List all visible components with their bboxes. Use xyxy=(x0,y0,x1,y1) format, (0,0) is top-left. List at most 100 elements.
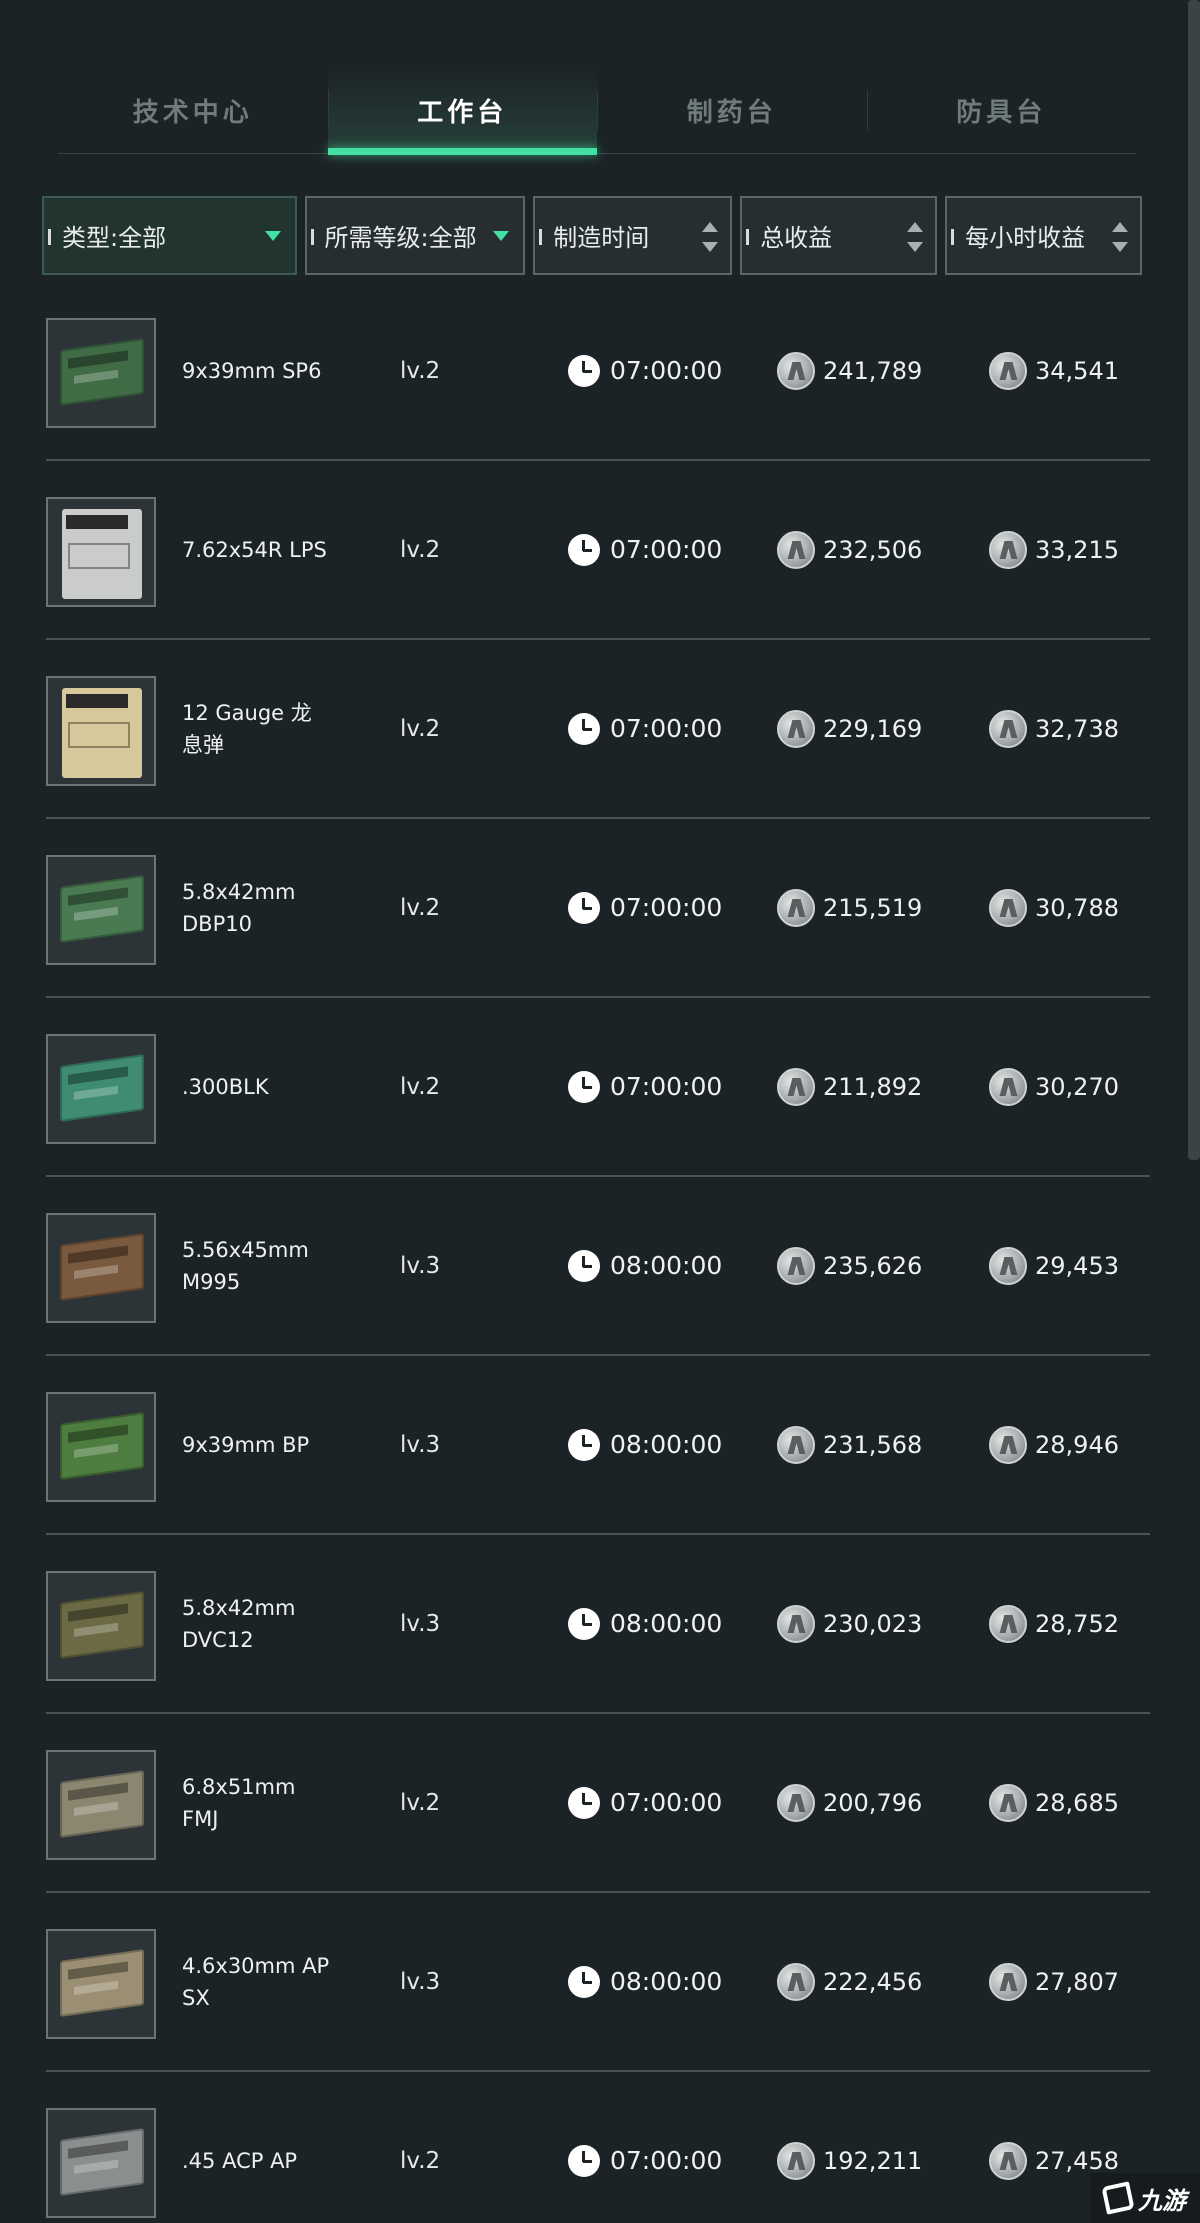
coin-icon xyxy=(777,1067,815,1106)
craft-time-label: 制造时间 xyxy=(553,224,650,252)
craft-time-value: 07:00:00 xyxy=(610,2146,723,2175)
clock-icon xyxy=(568,712,600,745)
coin-icon xyxy=(989,709,1027,748)
craft-time: 07:00:00 xyxy=(568,998,722,1175)
level-filter-label: 所需等级:全部 xyxy=(324,224,477,252)
craft-time-value: 08:00:00 xyxy=(610,1609,723,1638)
hourly-profit-label: 每小时收益 xyxy=(965,224,1086,252)
type-filter-dropdown[interactable]: 类型:全部 xyxy=(42,196,297,275)
list-item[interactable]: 9x39mm BP lv.3 08:00:00 231,568 28,946 xyxy=(46,1356,1150,1535)
total-profit-value: 200,796 xyxy=(823,1788,923,1817)
item-name: .45 ACP AP xyxy=(182,2148,298,2173)
craft-time: 07:00:00 xyxy=(568,461,722,638)
total-profit-value: 241,789 xyxy=(823,356,923,385)
clock-icon xyxy=(568,533,600,566)
coin-icon xyxy=(989,1962,1027,2001)
hourly-profit-value: 28,685 xyxy=(1035,1788,1119,1817)
craft-time-value: 07:00:00 xyxy=(610,1788,723,1817)
item-level: lv.2 xyxy=(400,1073,441,1100)
total-profit: 230,023 xyxy=(777,1535,922,1712)
ammo-box-icon xyxy=(46,1571,156,1681)
list-item[interactable]: 6.8x51mm FMJ lv.2 07:00:00 200,796 28,68… xyxy=(46,1714,1150,1893)
coin-icon xyxy=(989,888,1027,927)
clock-icon xyxy=(568,354,600,387)
craft-time: 08:00:00 xyxy=(568,1893,722,2070)
hourly-profit: 29,453 xyxy=(989,1177,1119,1354)
item-name: 5.56x45mm M995 xyxy=(182,1237,309,1294)
watermark-text: 九游 xyxy=(1138,2186,1186,2215)
hourly-profit: 27,807 xyxy=(989,1893,1119,2070)
hourly-profit-value: 27,807 xyxy=(1035,1967,1119,1996)
scrollbar[interactable] xyxy=(1188,0,1200,1160)
list-item[interactable]: .300BLK lv.2 07:00:00 211,892 30,270 xyxy=(46,998,1150,1177)
hourly-profit: 32,738 xyxy=(989,640,1119,817)
item-name: 4.6x30mm AP SX xyxy=(182,1953,330,2010)
coin-icon xyxy=(989,530,1027,569)
clock-icon xyxy=(568,2144,600,2177)
list-item[interactable]: 7.62x54R LPS lv.2 07:00:00 232,506 33,21… xyxy=(46,461,1150,640)
level-filter-dropdown[interactable]: 所需等级:全部 xyxy=(304,196,526,275)
item-name: 9x39mm BP xyxy=(182,1432,310,1457)
ammo-box-icon xyxy=(46,318,156,428)
tab-pharmacy[interactable]: 制药台 xyxy=(597,68,867,153)
item-level: lv.2 xyxy=(400,536,441,563)
item-name: 7.62x54R LPS xyxy=(182,537,327,562)
craft-time-value: 08:00:00 xyxy=(610,1251,723,1280)
hourly-profit-value: 30,270 xyxy=(1035,1072,1119,1101)
watermark-logo: 九游 xyxy=(1090,2173,1200,2223)
total-profit: 235,626 xyxy=(777,1177,922,1354)
list-item[interactable]: 12 Gauge 龙息弹 lv.2 07:00:00 229,169 32,73… xyxy=(46,640,1150,819)
hourly-profit-value: 32,738 xyxy=(1035,714,1119,743)
total-profit-value: 215,519 xyxy=(823,893,923,922)
list-item[interactable]: .45 ACP AP lv.2 07:00:00 192,211 27,458 xyxy=(46,2072,1150,2223)
sort-hourly-profit-button[interactable]: 每小时收益 xyxy=(945,196,1142,275)
item-level: lv.2 xyxy=(400,357,441,384)
total-profit-value: 211,892 xyxy=(823,1072,923,1101)
list-item[interactable]: 5.8x42mm DVC12 lv.3 08:00:00 230,023 28,… xyxy=(46,1535,1150,1714)
chevron-down-icon xyxy=(493,231,510,241)
list-item[interactable]: 4.6x30mm AP SX lv.3 08:00:00 222,456 27,… xyxy=(46,1893,1150,2072)
item-level: lv.3 xyxy=(400,1431,441,1458)
clock-icon xyxy=(568,1607,600,1640)
hourly-profit-value: 28,946 xyxy=(1035,1430,1119,1459)
hourly-profit: 30,270 xyxy=(989,998,1119,1175)
craft-time: 08:00:00 xyxy=(568,1356,722,1533)
sort-craft-time-button[interactable]: 制造时间 xyxy=(533,196,733,275)
tab-workbench[interactable]: 工作台 xyxy=(327,68,597,155)
craft-time-value: 07:00:00 xyxy=(610,893,723,922)
ammo-box-icon xyxy=(46,1929,156,2039)
coin-icon xyxy=(777,351,815,390)
item-name: 6.8x51mm FMJ xyxy=(182,1774,296,1831)
item-level: lv.2 xyxy=(400,715,441,742)
coin-icon xyxy=(777,1425,815,1464)
coin-icon xyxy=(777,709,815,748)
hourly-profit-value: 27,458 xyxy=(1035,2146,1119,2175)
total-profit: 222,456 xyxy=(777,1893,922,2070)
hourly-profit-value: 30,788 xyxy=(1035,893,1119,922)
craft-time: 07:00:00 xyxy=(568,1714,722,1891)
coin-icon xyxy=(777,1246,815,1285)
item-name: 5.8x42mm DVC12 xyxy=(182,1595,296,1652)
list-item[interactable]: 5.56x45mm M995 lv.3 08:00:00 235,626 29,… xyxy=(46,1177,1150,1356)
item-level: lv.2 xyxy=(400,2147,441,2174)
tab-tech-center[interactable]: 技术中心 xyxy=(58,68,328,153)
total-profit-value: 222,456 xyxy=(823,1967,923,1996)
coin-icon xyxy=(777,530,815,569)
sort-total-profit-button[interactable]: 总收益 xyxy=(740,196,938,275)
total-profit: 229,169 xyxy=(777,640,922,817)
coin-icon xyxy=(989,1246,1027,1285)
hourly-profit: 30,788 xyxy=(989,819,1119,996)
total-profit-value: 192,211 xyxy=(823,2146,923,2175)
clock-icon xyxy=(568,1249,600,1282)
total-profit: 211,892 xyxy=(777,998,922,1175)
clock-icon xyxy=(568,1070,600,1103)
coin-icon xyxy=(777,1783,815,1822)
tab-armor-bench[interactable]: 防具台 xyxy=(866,68,1137,153)
list-item[interactable]: 9x39mm SP6 lv.2 07:00:00 241,789 34,541 xyxy=(46,282,1150,461)
ammo-box-icon xyxy=(46,2108,156,2218)
item-level: lv.2 xyxy=(400,894,441,921)
list-item[interactable]: 5.8x42mm DBP10 lv.2 07:00:00 215,519 30,… xyxy=(46,819,1150,998)
sort-icon xyxy=(1112,220,1128,254)
hourly-profit-value: 34,541 xyxy=(1035,356,1119,385)
workbench-page: 技术中心 工作台 制药台 防具台 类型:全部 所需等级:全部 制造时间 总收益 … xyxy=(0,0,1200,2223)
